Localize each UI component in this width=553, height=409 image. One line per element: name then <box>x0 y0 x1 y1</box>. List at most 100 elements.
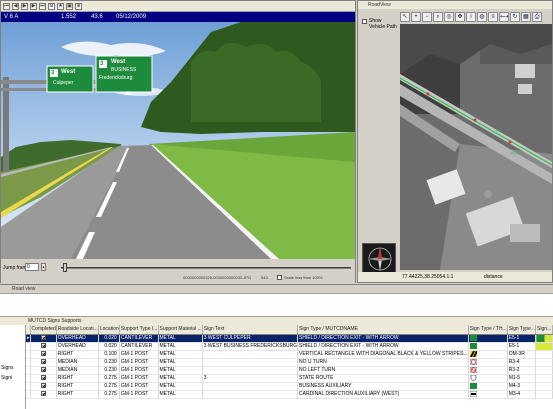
completed-checkbox[interactable] <box>41 382 47 388</box>
support-material-cell[interactable]: METAL <box>158 342 203 351</box>
bookmark-icon[interactable]: ★ <box>57 2 64 10</box>
completed-checkbox[interactable] <box>41 374 47 380</box>
last-frame-icon[interactable]: ⏭ <box>39 2 46 10</box>
completed-checkbox[interactable] <box>41 390 47 396</box>
col-roadside[interactable]: Roadside Locati... <box>56 325 99 335</box>
col-completed[interactable]: Completed <box>30 325 57 335</box>
tree-item-signs[interactable]: Signs <box>1 365 14 371</box>
zoom-out-icon[interactable]: − <box>422 12 432 22</box>
table-row[interactable]: MEDIAN 0.230 GM-1 POST METAL NO U TURN R3-4 <box>26 358 553 367</box>
print-icon[interactable]: ⎙ <box>532 12 542 22</box>
support-material-cell[interactable]: METAL <box>158 350 203 359</box>
support-type-cell[interactable]: CANTILEVER <box>119 334 159 343</box>
sign-thumbnail-cell[interactable] <box>468 366 508 375</box>
sign-code-cell[interactable]: R3-4 <box>507 358 537 367</box>
sign-text-cell[interactable] <box>202 366 299 375</box>
tabs-bar[interactable]: MUTCD Signs Supports <box>0 317 553 325</box>
search-icon[interactable]: ⌕ <box>433 12 443 22</box>
first-frame-icon[interactable]: ⏮ <box>3 2 10 10</box>
support-type-cell[interactable]: GM-1 POST <box>119 382 159 391</box>
sign-thumbnail-cell[interactable] <box>468 390 508 399</box>
col-location[interactable]: Location <box>98 325 120 335</box>
col-mutcd-name[interactable]: Sign Type / MUTCDNAME <box>297 325 469 335</box>
completed-cell[interactable] <box>30 358 57 367</box>
completed-checkbox[interactable] <box>41 342 47 348</box>
sign-text-cell[interactable]: 3 WEST CULPEPER <box>202 334 299 343</box>
support-material-cell[interactable]: METAL <box>158 334 203 343</box>
support-material-cell[interactable]: METAL <box>158 366 203 375</box>
col-sign-code[interactable]: Sign Type... <box>507 325 537 335</box>
roadside-cell[interactable]: MEDIAN <box>56 358 99 367</box>
sign-code-cell[interactable]: R3-2 <box>507 366 537 375</box>
sign-text-cell[interactable] <box>202 390 299 399</box>
mutcd-name-cell[interactable]: SHIELD / DIRECTION EXIT - WITH ARROW <box>297 342 469 351</box>
completed-checkbox[interactable] <box>41 358 47 364</box>
show-path-checkbox[interactable] <box>362 19 367 24</box>
sign-extra-cell[interactable] <box>535 390 553 399</box>
zoom-in-icon[interactable]: + <box>411 12 421 22</box>
grid-icon[interactable]: ▦ <box>521 12 531 22</box>
sign-extra-cell[interactable] <box>535 374 553 383</box>
support-material-cell[interactable]: METAL <box>158 382 203 391</box>
pan-icon[interactable]: ✥ <box>455 12 465 22</box>
camera-icon[interactable]: ▣ <box>66 2 73 10</box>
sign-thumbnail-cell[interactable] <box>468 358 508 367</box>
zoom-icon[interactable]: ⊕ <box>75 2 82 10</box>
sign-code-cell[interactable]: OM-3R <box>507 350 537 359</box>
roadside-cell[interactable]: MEDIAN <box>56 366 99 375</box>
col-sign-extra[interactable]: Sign... <box>535 325 553 335</box>
support-type-cell[interactable]: GM-1 POST <box>119 350 159 359</box>
location-cell[interactable]: 0.230 <box>98 366 120 375</box>
completed-cell[interactable] <box>30 382 57 391</box>
info-icon[interactable]: i <box>466 12 476 22</box>
completed-cell[interactable] <box>30 350 57 359</box>
table-row[interactable]: ▸ OVERHEAD 0.020 CANTILEVER METAL 3 WEST CULP… <box>26 334 553 343</box>
mutcd-name-cell[interactable]: SHIELD / DIRECTION EXIT - WITH ARROW <box>297 334 469 343</box>
frame-slider-track[interactable] <box>61 267 351 269</box>
support-type-cell[interactable]: CANTILEVER <box>119 342 159 351</box>
sign-text-cell[interactable]: 3 WEST BUSINESS FREDERICKSBURG <box>202 342 299 351</box>
globe-icon[interactable]: ◍ <box>477 12 487 22</box>
sign-text-cell[interactable] <box>202 358 299 367</box>
scale-checkbox[interactable] <box>277 275 282 280</box>
support-material-cell[interactable]: METAL <box>158 374 203 383</box>
completed-cell[interactable] <box>30 342 57 351</box>
spin-arrows-icon[interactable]: ▴ <box>41 263 46 271</box>
sign-thumbnail-cell[interactable] <box>468 382 508 391</box>
select-icon[interactable]: ↖ <box>400 12 410 22</box>
support-type-cell[interactable]: GM-1 POST <box>119 358 159 367</box>
location-cell[interactable]: 0.020 <box>98 342 120 351</box>
table-row[interactable]: MEDIAN 0.230 GM-1 POST METAL NO LEFT TURN R3-… <box>26 366 553 375</box>
completed-checkbox[interactable] <box>41 350 47 356</box>
sign-text-cell[interactable] <box>202 350 299 359</box>
layers-icon[interactable]: ≡ <box>488 12 498 22</box>
roadside-cell[interactable]: RIGHT <box>56 382 99 391</box>
mutcd-name-cell[interactable]: NO LEFT TURN <box>297 366 469 375</box>
location-cell[interactable]: 0.275 <box>98 374 120 383</box>
sign-code-cell[interactable]: M4-3 <box>507 382 537 391</box>
completed-cell[interactable] <box>30 334 57 343</box>
sign-thumbnail-cell[interactable] <box>468 334 508 343</box>
sign-extra-cell[interactable] <box>535 334 553 343</box>
location-cell[interactable]: 0.275 <box>98 382 120 391</box>
sign-code-cell[interactable]: E5-1 <box>507 334 537 343</box>
location-cell[interactable]: 0.275 <box>98 390 120 399</box>
play-icon[interactable]: ▶ <box>21 2 28 10</box>
roadside-cell[interactable]: OVERHEAD <box>56 334 99 343</box>
jump-frames-input[interactable]: 0 <box>25 263 39 271</box>
support-material-cell[interactable]: METAL <box>158 390 203 399</box>
sign-thumbnail-cell[interactable] <box>468 374 508 383</box>
binoculars-icon[interactable]: ◎ <box>444 12 454 22</box>
table-row[interactable]: RIGHT 0.275 GM-1 POST METAL 3 STATE ROUTE M1-5 <box>26 374 553 383</box>
table-row[interactable]: RIGHT 0.100 GM-1 POST METAL VERTICAL RECTANG… <box>26 350 553 359</box>
sign-code-cell[interactable]: M1-5 <box>507 374 537 383</box>
roadside-cell[interactable]: OVERHEAD <box>56 342 99 351</box>
table-row[interactable]: OVERHEAD 0.020 CANTILEVER METAL 3 WEST BUSIN… <box>26 342 553 351</box>
roadside-cell[interactable]: RIGHT <box>56 350 99 359</box>
frame-slider-thumb[interactable] <box>63 263 67 272</box>
sign-code-cell[interactable]: E5-1 <box>507 342 537 351</box>
settings-icon[interactable]: ⚙ <box>48 2 55 10</box>
sign-extra-cell[interactable] <box>535 366 553 375</box>
mutcd-name-cell[interactable]: VERTICAL RECTANGLE WITH DIAGONAL BLACK &… <box>297 350 469 359</box>
table-row[interactable]: RIGHT 0.275 GM-1 POST METAL CARDINAL DIRECTI… <box>26 390 553 399</box>
